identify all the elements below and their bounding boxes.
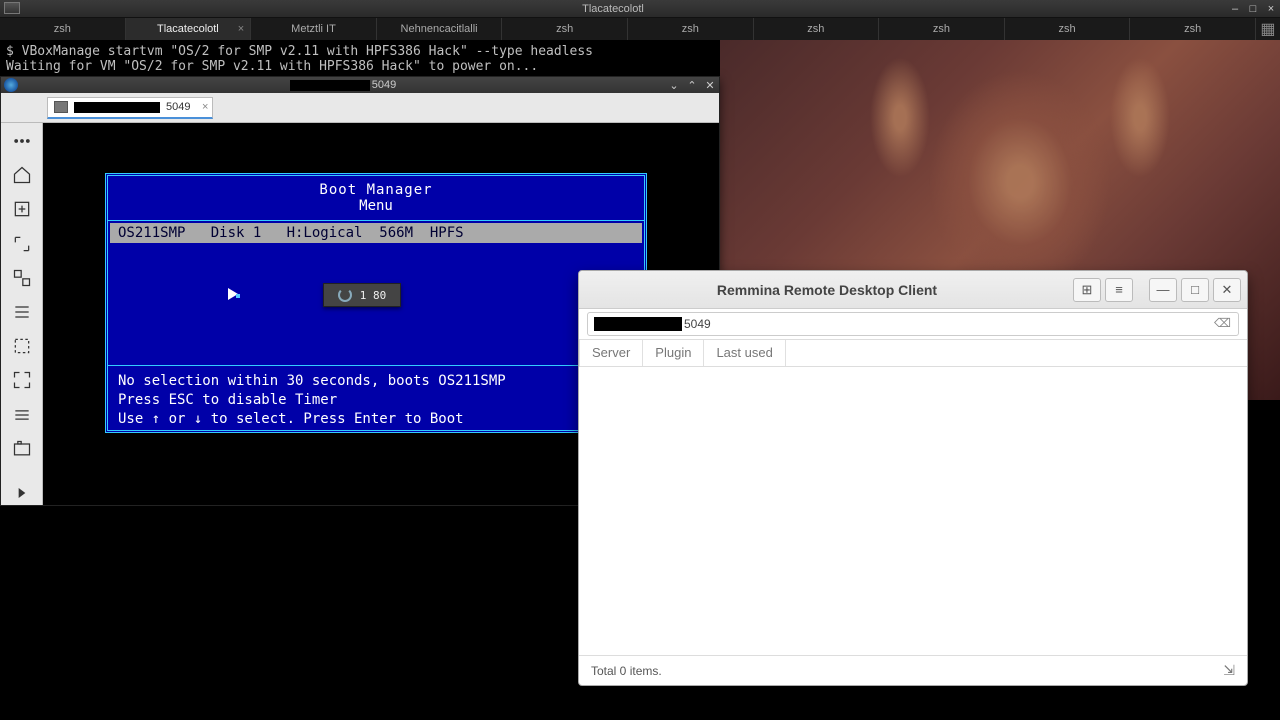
quick-connect-input[interactable]: 5049 ⌫: [587, 312, 1239, 336]
spinner-icon: [338, 288, 352, 302]
column-plugin[interactable]: Plugin: [643, 340, 704, 366]
main-window-titlebar: Tlacatecolotl – □ ×: [0, 0, 1280, 18]
new-tab-icon[interactable]: [7, 197, 37, 221]
tab-overview-icon[interactable]: ▦: [1256, 18, 1280, 40]
tab-zsh[interactable]: zsh: [502, 18, 628, 40]
window-title: Tlacatecolotl: [0, 3, 1226, 15]
redacted-host: [74, 102, 160, 113]
redacted-host: [594, 317, 682, 331]
redacted-host: [290, 80, 370, 91]
boot-manager-subtitle: Menu: [108, 198, 644, 214]
remmina-titlebar[interactable]: Remmina Remote Desktop Client ⊞ ≡ — □ ✕: [579, 271, 1247, 309]
terminal-tab-bar: zsh Tlacatecolotl × Metztli IT Nehnencac…: [0, 18, 1280, 40]
viewer-tab-close-icon[interactable]: ×: [202, 101, 208, 113]
boot-manager-body: 1 80: [108, 243, 644, 363]
tab-close-icon[interactable]: ×: [238, 23, 244, 35]
tab-zsh[interactable]: zsh: [879, 18, 1005, 40]
viewer-up-button[interactable]: ⌃: [683, 79, 701, 92]
fullscreen-icon[interactable]: [7, 368, 37, 392]
monitor-icon: [54, 101, 68, 113]
tab-zsh[interactable]: zsh: [1130, 18, 1256, 40]
viewer-title: 5049: [21, 79, 665, 91]
viewer-titlebar[interactable]: 5049 ⌄ ⌃ ✕: [1, 77, 719, 93]
resize-grip-icon[interactable]: ⇲: [1223, 662, 1235, 679]
viewer-app-icon: [4, 78, 18, 92]
remmina-maximize-button[interactable]: □: [1181, 278, 1209, 302]
viewer-connection-tab[interactable]: 5049 ×: [47, 97, 213, 119]
remmina-statusbar: Total 0 items. ⇲: [579, 655, 1247, 685]
menu-button[interactable]: ≡: [1105, 278, 1133, 302]
viewer-close-button[interactable]: ✕: [701, 79, 719, 92]
tab-zsh[interactable]: zsh: [0, 18, 126, 40]
expand-icon[interactable]: [7, 481, 37, 505]
tab-zsh[interactable]: zsh: [754, 18, 880, 40]
window-maximize-button[interactable]: □: [1244, 3, 1262, 15]
preferences-icon[interactable]: [7, 403, 37, 427]
viewer-dropdown-button[interactable]: ⌄: [665, 79, 683, 92]
grid-view-button[interactable]: ⊞: [1073, 278, 1101, 302]
dynres-icon[interactable]: [7, 334, 37, 358]
menu-icon[interactable]: [7, 129, 37, 153]
boot-entry-selected[interactable]: OS211SMP Disk 1 H:Logical 566M HPFS: [110, 223, 642, 243]
scaled-mode-icon[interactable]: [7, 266, 37, 290]
connection-list[interactable]: [579, 367, 1247, 655]
loading-indicator: 1 80: [323, 283, 401, 307]
loader-text: 1 80: [360, 289, 387, 302]
tab-zsh[interactable]: zsh: [628, 18, 754, 40]
fullscreen-toggle-icon[interactable]: [7, 232, 37, 256]
remmina-minimize-button[interactable]: —: [1149, 278, 1177, 302]
connection-list-header: Server Plugin Last used: [579, 339, 1247, 367]
activities-icon[interactable]: [4, 2, 20, 14]
home-icon[interactable]: [7, 163, 37, 187]
viewer-tab-row: 5049 ×: [1, 93, 719, 123]
screenshot-icon[interactable]: [7, 437, 37, 461]
tab-metztli-it[interactable]: Metztli IT: [251, 18, 377, 40]
viewer-toolbar: [1, 123, 43, 505]
column-last-used[interactable]: Last used: [704, 340, 785, 366]
tab-tlacatecolotl[interactable]: Tlacatecolotl ×: [126, 18, 252, 40]
remmina-client-window: Remmina Remote Desktop Client ⊞ ≡ — □ ✕ …: [578, 270, 1248, 686]
remmina-close-button[interactable]: ✕: [1213, 278, 1241, 302]
column-server[interactable]: Server: [579, 340, 643, 366]
tab-nehnencacitlalli[interactable]: Nehnencacitlalli: [377, 18, 503, 40]
mouse-cursor-icon: [228, 288, 240, 304]
boot-manager-panel: Boot Manager Menu OS211SMP Disk 1 H:Logi…: [105, 173, 647, 433]
status-text: Total 0 items.: [591, 664, 662, 678]
list-icon[interactable]: [7, 300, 37, 324]
boot-manager-footer: No selection within 30 seconds, boots OS…: [108, 368, 644, 433]
boot-manager-title: Boot Manager: [108, 182, 644, 198]
remmina-title: Remmina Remote Desktop Client: [585, 282, 1069, 298]
remmina-address-row: 5049 ⌫: [579, 309, 1247, 339]
clear-input-icon[interactable]: ⌫: [1214, 316, 1230, 332]
window-minimize-button[interactable]: –: [1226, 3, 1244, 15]
window-close-button[interactable]: ×: [1262, 3, 1280, 15]
tab-zsh[interactable]: zsh: [1005, 18, 1131, 40]
viewer-tab-label: 5049: [166, 101, 190, 113]
